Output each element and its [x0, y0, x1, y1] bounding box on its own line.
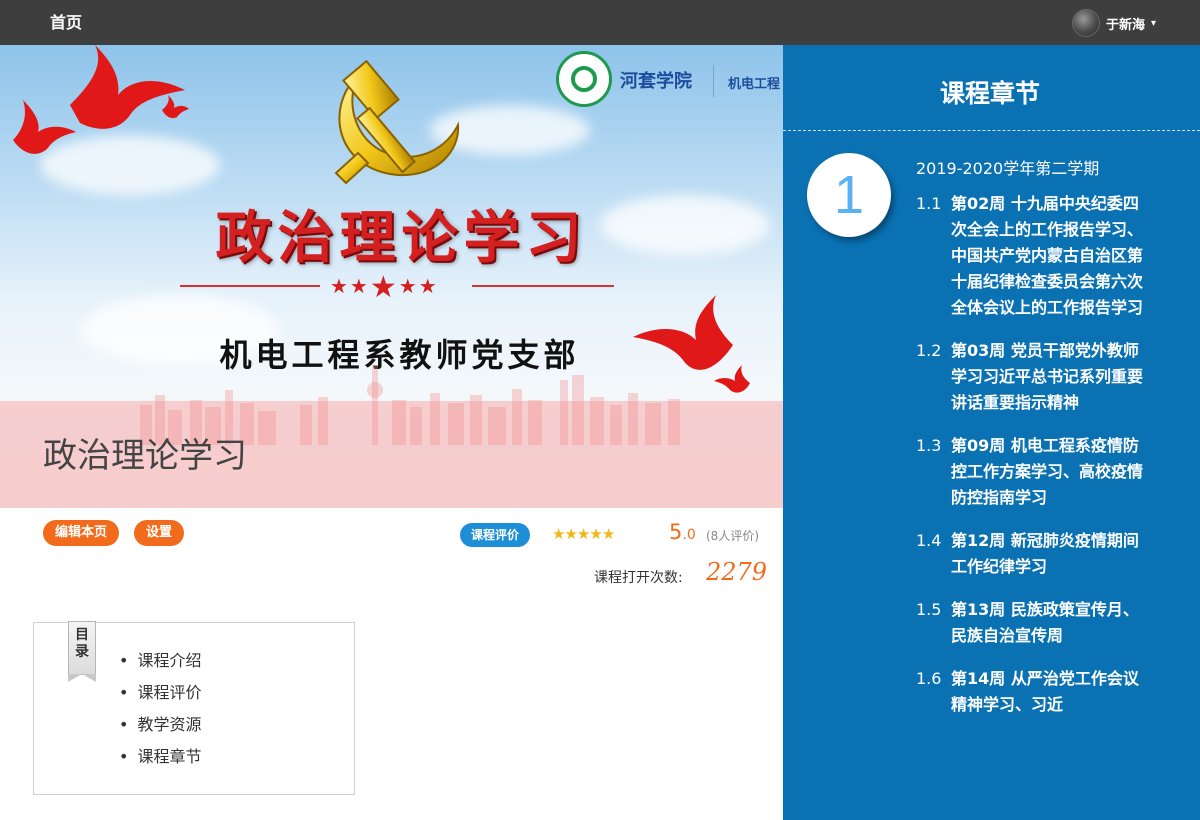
toc-list: 课程介绍 课程评价 教学资源 课程章节: [119, 649, 201, 777]
section-item[interactable]: 1.1 第02周 十九届中央纪委四次全会上的工作报告学习、中国共产党内蒙古自治区…: [916, 191, 1146, 321]
rating-score: 5.0: [669, 520, 696, 544]
section-number: 1.2: [916, 341, 942, 360]
user-menu[interactable]: 于新海 ▾: [1071, 8, 1156, 38]
star-icon: ★: [564, 525, 577, 543]
chapter-number: 1: [833, 165, 865, 225]
divider: [472, 285, 614, 287]
user-name[interactable]: 于新海: [1106, 14, 1145, 33]
star-icon: ★★★★★: [330, 270, 439, 305]
dove-icon: [162, 95, 189, 119]
chapter-number-badge: 1: [807, 153, 891, 237]
course-banner: 河套学院 机电工程 政治理论学习 ★★★★★ 机电工程系教师党支部 政治理论学习: [0, 45, 783, 508]
college-logo-text: 河套学院: [620, 71, 692, 92]
section-title[interactable]: 第13周 民族政策宣传月、民族自治宣传周: [951, 597, 1146, 649]
star-icon: ★: [589, 525, 602, 543]
logo-divider: [713, 65, 714, 97]
score-main: 5: [669, 520, 683, 544]
toc-tag: 目录: [68, 621, 96, 682]
edit-page-button[interactable]: 编辑本页: [43, 520, 120, 546]
section-number: 1.1: [916, 194, 942, 213]
department-logo-text: 机电工程: [728, 77, 781, 92]
star-icon: ★: [601, 525, 615, 543]
banner-title: 政治理论学习: [215, 205, 588, 271]
college-logo-icon: [556, 51, 612, 107]
table-of-contents: 目录 课程介绍 课程评价 教学资源 课程章节: [33, 621, 355, 795]
star-icon: ★: [576, 525, 590, 543]
chapters-panel: 课程章节 1 2019-2020学年第二学期 1.1 第02周 十九届中央纪委四…: [783, 45, 1200, 820]
top-navigation-bar: 首页 于新海 ▾: [0, 0, 1200, 45]
chapter-title[interactable]: 2019-2020学年第二学期: [916, 155, 1099, 179]
avatar[interactable]: [1071, 9, 1100, 37]
section-item[interactable]: 1.6 第14周 从严治党工作会议精神学习、习近: [916, 666, 1146, 718]
divider: [783, 130, 1200, 131]
star-icon: ★: [552, 525, 565, 543]
open-count-value: 2279: [706, 558, 768, 586]
section-number: 1.3: [916, 436, 942, 455]
party-emblem-icon: [334, 59, 460, 185]
section-list: 1.1 第02周 十九届中央纪委四次全会上的工作报告学习、中国共产党内蒙古自治区…: [916, 191, 1146, 735]
section-item[interactable]: 1.2 第03周 党员干部党外教师 学习习近平总书记系列重要讲话重要指示精神: [916, 338, 1146, 416]
course-rating-button[interactable]: 课程评价: [460, 523, 531, 547]
toc-item-course-intro[interactable]: 课程介绍: [119, 649, 201, 681]
section-title[interactable]: 第03周 党员干部党外教师 学习习近平总书记系列重要讲话重要指示精神: [951, 338, 1146, 416]
settings-button[interactable]: 设置: [134, 520, 185, 546]
section-title[interactable]: 第02周 十九届中央纪委四次全会上的工作报告学习、中国共产党内蒙古自治区第十届纪…: [951, 191, 1146, 321]
chevron-down-icon[interactable]: ▾: [1151, 18, 1156, 29]
dove-icon: [13, 100, 76, 154]
toc-item-teaching-resources[interactable]: 教学资源: [119, 713, 201, 745]
toc-item-course-chapters[interactable]: 课程章节: [119, 745, 201, 777]
dove-icon: [70, 45, 185, 129]
section-title[interactable]: 第14周 从严治党工作会议精神学习、习近: [951, 666, 1146, 718]
panel-title: 课程章节: [940, 79, 1041, 108]
score-decimal: .0: [682, 527, 696, 543]
toc-item-course-rating[interactable]: 课程评价: [119, 681, 201, 713]
rating-stars: ★★★★★: [552, 525, 615, 543]
section-number: 1.5: [916, 600, 942, 619]
section-number: 1.4: [916, 531, 942, 550]
section-title[interactable]: 第09周 机电工程系疫情防控工作方案学习、高校疫情防控指南学习: [951, 433, 1146, 511]
open-count-label: 课程打开次数:: [594, 570, 683, 586]
course-title: 政治理论学习: [43, 436, 247, 476]
divider: [180, 285, 320, 287]
section-item[interactable]: 1.3 第09周 机电工程系疫情防控工作方案学习、高校疫情防控指南学习: [916, 433, 1146, 511]
home-link[interactable]: 首页: [50, 9, 82, 33]
section-number: 1.6: [916, 669, 942, 688]
rating-count: (8人评价): [706, 529, 759, 543]
section-item[interactable]: 1.5 第13周 民族政策宣传月、民族自治宣传周: [916, 597, 1146, 649]
section-title[interactable]: 第12周 新冠肺炎疫情期间工作纪律学习: [951, 528, 1146, 580]
section-item[interactable]: 1.4 第12周 新冠肺炎疫情期间工作纪律学习: [916, 528, 1146, 580]
